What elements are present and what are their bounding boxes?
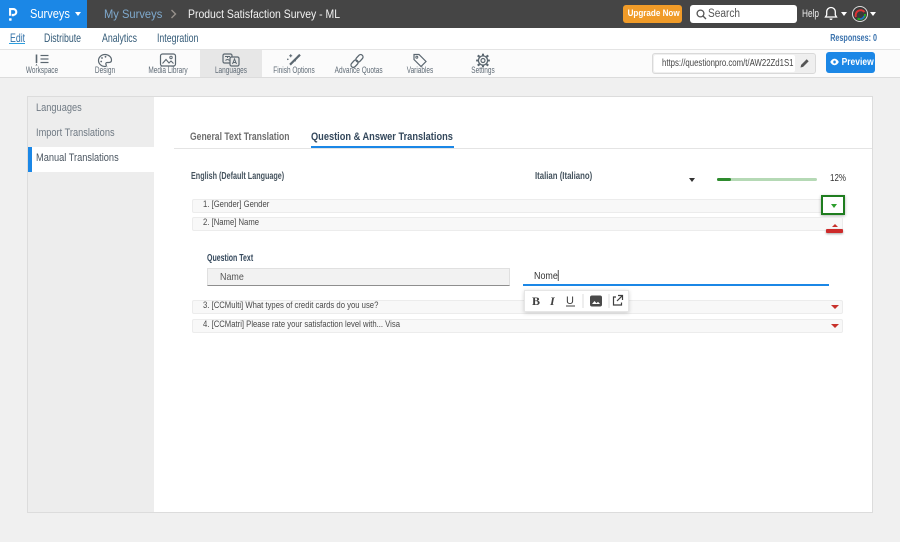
svg-text:U: U <box>566 295 574 307</box>
svg-text:B: B <box>532 294 540 308</box>
svg-text:I: I <box>549 294 556 308</box>
